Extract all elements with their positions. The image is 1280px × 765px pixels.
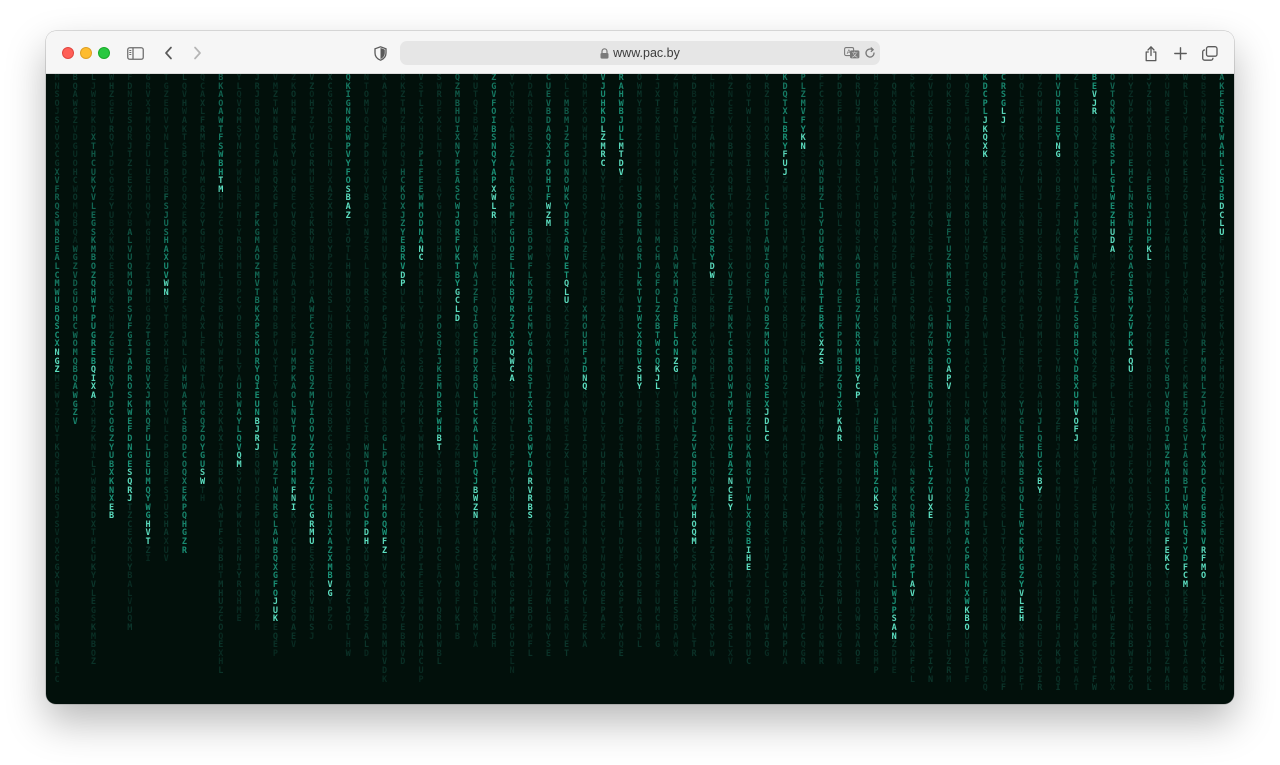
rain-column: NGVTWLXQSBIHEAZJOKYRMDUCFBTLAPVSXNHGQWER… bbox=[746, 74, 752, 668]
rain-column: LQVHWAKTSBODCOQXEKPQHGZRRXFSMBJNLQVHWAKT… bbox=[181, 74, 187, 556]
rain-column: VJUHKDLZMRCVYTNJQOGEPAFXWBSKZAHTDMCRQYOV… bbox=[600, 74, 606, 642]
share-icon[interactable] bbox=[1140, 42, 1162, 64]
rain-column: OVTQKNYBRSPLGIWEZHUDAMXFCJOVTQKNYBRSPLGI… bbox=[1110, 74, 1116, 694]
svg-text:文: 文 bbox=[852, 51, 858, 59]
translate-icon[interactable]: A文 bbox=[844, 45, 860, 61]
rain-column: BEVJRKQXZSPLNMUHOGDYTFWACIBEVJRKQXZSPLNM… bbox=[1091, 74, 1097, 694]
rain-column: YQZEJMGACPRLNXWKBOUHVDTFISYQZEJMGACPRLNX… bbox=[964, 74, 970, 685]
rain-column: JYZQMXTBROCAFEGNJHUPKLSWVDIJYZQMXTBROCAF… bbox=[1146, 74, 1152, 694]
rain-column: YYQHXCAMSZATRGGPMFGUOELNKBVRZJXDQWCASUHN… bbox=[509, 74, 515, 676]
rain-column: IJXTEXNEDUHVUKMSFNUMCHAGFOLZXBTWCQKJLYSR… bbox=[655, 74, 661, 651]
browser-window: www.pac.by A文 MNSOJSVOXCGXVFRQSWRBEALCMW… bbox=[46, 31, 1234, 704]
rain-column: GRVXJMKQFULUEUMQYWGHVTZIJMUGOZTGEGRVXJMK… bbox=[145, 74, 151, 565]
rain-column: VZOHTZYUCGRMUESXIKRVBNSJMGAWFCZJOSEQZMVI… bbox=[309, 74, 315, 642]
rain-column: ZVUXEVBRMXDHVJUTKQLSPIYNOFCAGMZWXBHERDVU… bbox=[928, 74, 934, 685]
rain-column: BQAWGZVDGUOHCWOMQBQAWGZVDGUOHCWOMQBQAWGZ… bbox=[72, 74, 78, 427]
rain-column: XLCMBMJZPGUNOWKYDHSARVETQLUXCZFJMOAWDUAR… bbox=[564, 74, 570, 659]
rain-column: JRJBQWVDCEPUWBNPFKGMAOZMVTBKXPSKURYQIEUN… bbox=[254, 74, 260, 633]
rain-column: ZMQFNOTULVGKPYCHRESBDAWXMJQIBFLONZGUTVCK… bbox=[673, 74, 679, 659]
address-field[interactable]: www.pac.by bbox=[400, 41, 880, 65]
rain-column: XCGXRDSQLBNJXAZXMBVGYPZONKSLNQERZQHEIUGX… bbox=[327, 74, 333, 633]
plus-icon[interactable] bbox=[1169, 42, 1191, 64]
rain-column: AZNCEYKUBWRAQHTMPOJGSLXVDIZFNKTCBROUWJMY… bbox=[727, 74, 733, 668]
rain-column: HZOKSWTALDVFJNGUEQRYCBMPXIHKSOZWLTDAFVGJ… bbox=[873, 74, 879, 676]
rain-column: CRSGLJTYIZBXNWMQVKEDHAUFOPGCRSLJTYIZBXNW… bbox=[1000, 74, 1006, 694]
rain-column: BKAOAWTFSWBHTMHUZCOQEXHLJZSBCNRVWFMYDEOX… bbox=[218, 74, 224, 676]
address-bar[interactable]: www.pac.by A文 bbox=[400, 41, 880, 65]
rain-column: KAJHOQWFZNVGYUXIBDNMUVDKQSCPGJZETYAMOXHR… bbox=[382, 74, 388, 685]
sidebar-icon[interactable] bbox=[124, 42, 146, 64]
rain-column: MVUDRLEYNGSXOBZFHJAKWCQIPTMVUDRLEYNGSXOB… bbox=[1055, 74, 1061, 694]
rain-column: GBSNVRFMOHLZJUIAYTKXDCQEWPGBSNVRFMOHLZJU… bbox=[1201, 74, 1207, 694]
back-chevron-icon[interactable] bbox=[157, 42, 179, 64]
rain-column: SWRDFXKLMTOCEAYGVQRDHWBLZNXUPOSQIJKEMDRF… bbox=[436, 74, 442, 668]
rain-column: LHQVBTIAMNFZJXCKGUOSRYDWELKBNPAVXQHFIGJC… bbox=[709, 74, 715, 659]
rain-column: GDBPVZWHOQMCSKAJNFUXYLTREIGBHRXCWDPAMUQO… bbox=[691, 74, 697, 659]
rain-column: QCAXLFRMRTAVMGQZOYGUSWTHWVQCAXLFRMRTAVMG… bbox=[200, 74, 206, 505]
rain-column: YZOWMKPFTDGAHVJLQEUCXBIRNSYOZWMKPFTDGAHV… bbox=[1037, 74, 1043, 694]
rain-column: SKCQRWEUMIPTAVYHZODXNFGLBJSQKWCRUMEPTYIA… bbox=[909, 74, 915, 685]
rain-column: WHZGEVRQYJDCOGZYUBXKNXEBKGKSWHZGEVRQYJDC… bbox=[109, 74, 115, 522]
rain-column: ZLSGHBQYDRXUMVOFJNKCEWATPIZLSGHBQYDRXUMV… bbox=[1073, 74, 1079, 694]
rain-column: KDCPLJKQXKKCFUHBNRYZMSOQGTDEAVWLIJXPFUYK… bbox=[982, 74, 988, 694]
zoom-window-button[interactable] bbox=[98, 47, 110, 59]
rain-column: RKZTMZHQPQJHCKOXJZYEBRVDPULKFWESNAGQIOMP… bbox=[400, 74, 406, 668]
rain-column: NTOMVQCUPDHXUYBOGJNZSALDKRSQOWPMAJXBFYEU… bbox=[363, 74, 369, 659]
rain-column: TQMXRBCOGYKVHLWJPSANZDUEFIMTQROXBGCYVKLJ… bbox=[891, 74, 897, 676]
rain-column: LJWBNKDXTHCUKYVLEGSKMBOZQHWTPUGREBQIXAJX… bbox=[90, 74, 96, 668]
rain-column: MYZVPKTQUDEHCLNRBWJFXOAGISMYZVPKTQUDEHCL… bbox=[1128, 74, 1134, 694]
rain-column: CUEVBDAQXJPOHTFWZMLGNYSEKQRCBUAXOGIVJZDD… bbox=[545, 74, 551, 659]
rain-column: YDARVRBSZANOVQXJUEBOPWFLKDZHCMYGAQNSTIXC… bbox=[527, 74, 533, 659]
rain-column: PDOEFHMQZAUJTXRBWLCKVGSNYOEIHFPDMBUZQJXT… bbox=[837, 74, 843, 668]
rain-column: MNSOJSVOXCGXVFRQSWRBEALCMWUBQSCXNGZMEWYZ… bbox=[54, 74, 60, 685]
rain-column: VMZTWNRGLAWBQXGFOJUKEQEPWKHROBPVAYTIYAGW… bbox=[272, 74, 278, 659]
rain-column: ZKOHNFNIKYUCHOECVQSGOAEVADJRFKBFUMPKAOLN… bbox=[291, 74, 297, 651]
rain-column: GRVUZMJPYXBLKCTHDQWSNAOEFIGZVKRXUMBYCPTJ… bbox=[855, 74, 861, 668]
shield-icon[interactable] bbox=[369, 42, 391, 64]
tab-overview-icon[interactable] bbox=[1199, 42, 1221, 64]
browser-toolbar: www.pac.by A文 bbox=[46, 31, 1234, 74]
minimize-window-button[interactable] bbox=[80, 47, 92, 59]
rain-column: UQLEWCRKUGZYVLEHXNBSJDFTOMAPIQLWERKUCZYV… bbox=[1019, 74, 1025, 694]
forward-chevron-icon[interactable] bbox=[186, 42, 208, 64]
rain-column: QZMBHUIXNYPEASCWJORFVKTBYGCLDMQOXHBQVAVL… bbox=[454, 74, 460, 642]
rain-column: XUNGFEKCYBJVQRTOIWZMAHDLPSXUNGFEKCYBJVQR… bbox=[1164, 74, 1170, 694]
reload-icon[interactable] bbox=[864, 45, 876, 61]
rain-column: YRZUBMOXEKSHVJCLPDTAWIQGFNYOBZMKUHRVSEXJ… bbox=[764, 74, 770, 659]
rain-column: RAHWBJULMTDVFCOXGPISYNQEKZWABJRUHMFTVXOL… bbox=[618, 74, 624, 659]
rain-column: TGZEDVYNLCPBQBFSJUSHAXUVWNBYTOFXHTGZEDVY… bbox=[163, 74, 169, 565]
rain-column: OWMYBMPZXHFCQUSODENAGRJLKTVIWCXQBVSHYTUP… bbox=[636, 74, 642, 651]
url-text: www.pac.by bbox=[613, 46, 680, 60]
rain-column: WRLQJYDFCMKEHZOSVIAGNBTUPXWRLQJYDFCMKEHZ… bbox=[1182, 74, 1188, 694]
rain-column: QDMFXOWHJJRNABQSYCVLZEKAGTPXMOUHFJDNQRWY… bbox=[582, 74, 588, 651]
matrix-rain-canvas: MNSOJSVOXCGXVFRQSWRBEALCMWUBQSCXNGZMEWYZ… bbox=[46, 74, 1234, 704]
rain-column: KDQTXLBRYFUJZWOSGCHVMPNAEKIXBQUTDRLOZYMJ… bbox=[782, 74, 788, 668]
rain-column: NOKSDQPAYVQHXMKBWIFTUZRMECGJLNDYSOAPVQKH… bbox=[946, 74, 952, 685]
rain-column: FFCXBQKPSAQWDHZLJYOUGNMRVITEBKCXZSQFPJWL… bbox=[818, 74, 824, 668]
rain-column: YLQVQMSYNCPWKLRFNIYRQHMEOPCYOEBSDLYAURWA… bbox=[236, 74, 242, 625]
rain-column: FDNGESQRJTZCEXDKYBALVUQMOWPSVFGIJAPROSKW… bbox=[127, 74, 133, 633]
lock-icon bbox=[600, 47, 609, 59]
rain-column: NUTQJBWZNPVKHOCSGDLRXMYAJZFQIOCEPDXBQLHC… bbox=[473, 74, 479, 651]
rain-column: ZGVFOIBSNQYAPXWLRMKUJDEHCTQVGXNZBLEAWPOD… bbox=[491, 74, 497, 651]
rain-column: AKFEQRTWAHLCBJBDCLUFNWYJOPGSIKVAXFHMQZET… bbox=[1219, 74, 1225, 694]
close-window-button[interactable] bbox=[62, 47, 74, 59]
rain-column: PLZMVFYKNSDOAHBXWUTJCQGRIEMKZPHBYLNFUVSX… bbox=[800, 74, 806, 668]
rain-column: QKIGNKRWPVYFOSBAZCJOTLHWNDOXLKCPRMHGQZUS… bbox=[345, 74, 351, 659]
rain-column: VSTLCXHQJPIFEEWMODNANCUPRHLYJQVYPSGOZAXU… bbox=[418, 74, 424, 685]
